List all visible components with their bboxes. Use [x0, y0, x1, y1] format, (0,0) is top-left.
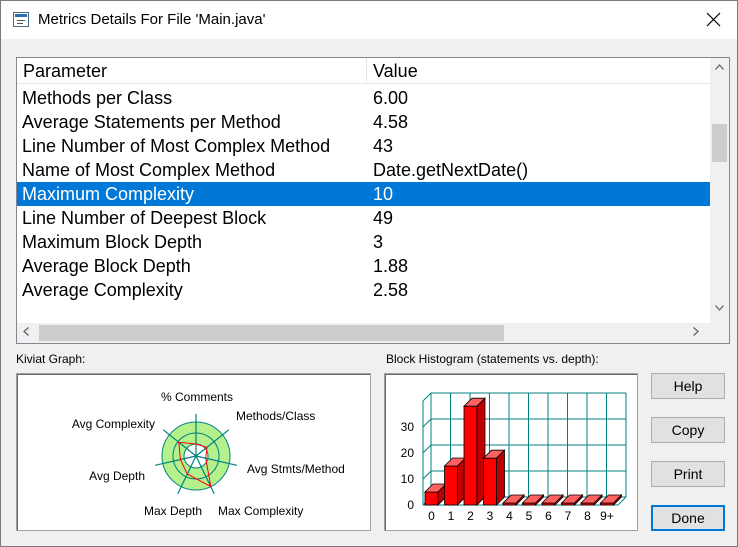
close-icon: [706, 12, 721, 27]
table-row[interactable]: Line Number of Deepest Block 49: [17, 206, 710, 230]
histogram-y-tick-label: 30: [401, 420, 415, 434]
histogram-x-tick-label: 6: [545, 509, 552, 523]
block-histogram-chart: 01020300 1 2 3 4 5 6 7 8 9+: [401, 392, 627, 523]
row-parameter: Name of Most Complex Method: [22, 160, 276, 180]
list-header: Parameter Value: [17, 58, 710, 84]
vertical-scroll-thumb[interactable]: [712, 124, 727, 162]
table-row[interactable]: Maximum Complexity 10: [17, 182, 710, 206]
done-button[interactable]: Done: [651, 505, 725, 531]
row-parameter: Line Number of Deepest Block: [22, 208, 267, 228]
histogram-x-tick-label: 5: [526, 509, 533, 523]
vertical-scrollbar[interactable]: [710, 58, 729, 325]
row-value: Date.getNextDate(): [373, 160, 529, 180]
scrollbar-corner: [710, 323, 729, 343]
column-header-value[interactable]: Value: [367, 58, 710, 84]
histogram-grid-line: [422, 392, 432, 402]
histogram-x-tick-label: 1: [448, 509, 455, 523]
table-row[interactable]: Average Statements per Method 4.58: [17, 110, 710, 134]
scroll-up-arrow-icon[interactable]: [715, 64, 724, 70]
histogram-x-tick-label: 0: [428, 509, 435, 523]
row-parameter: Maximum Block Depth: [22, 232, 203, 252]
row-value: 3: [373, 232, 384, 252]
app-window-icon: [13, 12, 29, 27]
histogram-bar-side: [496, 449, 505, 506]
histogram-grid-line: [422, 444, 432, 454]
kiviat-axis-avg-depth: Avg Depth: [89, 469, 145, 483]
row-value: 6.00: [373, 88, 409, 108]
histogram-x-tick-label: 7: [565, 509, 572, 523]
kiviat-graph-panel: % Comments Methods/Class Avg Stmts/Metho…: [16, 373, 371, 531]
window-title: Metrics Details For File 'Main.java': [38, 11, 266, 28]
table-row[interactable]: Average Complexity 2.58: [17, 278, 710, 302]
histogram-y-tick-label: 10: [401, 472, 415, 486]
histogram-y-tick-label: 0: [407, 498, 414, 512]
list-rows: Methods per Class 6.00 Average Statements …: [17, 86, 710, 302]
close-button[interactable]: [691, 1, 737, 39]
kiviat-graph: % Comments Methods/Class Avg Stmts/Metho…: [72, 390, 345, 518]
histogram-grid-line: [422, 470, 432, 480]
scroll-left-arrow-icon[interactable]: [23, 327, 29, 336]
row-parameter: Average Block Depth: [22, 256, 191, 276]
title-bar: Metrics Details For File 'Main.java': [1, 1, 737, 39]
horizontal-scroll-thumb[interactable]: [39, 325, 504, 341]
table-row[interactable]: Methods per Class 6.00: [17, 86, 710, 110]
histogram-x-tick-label: 8: [584, 509, 591, 523]
kiviat-axis-avg-complexity: Avg Complexity: [72, 417, 155, 431]
copy-button[interactable]: Copy: [651, 417, 725, 443]
row-value: 43: [373, 136, 394, 156]
histogram-bar: [483, 457, 497, 506]
kiviat-axis-avg-stmts-per-method: Avg Stmts/Method: [247, 462, 345, 476]
row-value: 49: [373, 208, 394, 228]
histogram-y-tick-label: 20: [401, 446, 415, 460]
kiviat-graph-label: Kiviat Graph:: [16, 352, 86, 366]
metrics-list[interactable]: Parameter Value Methods per Class 6.00 Ave…: [16, 57, 730, 344]
kiviat-axis-max-depth: Max Depth: [144, 504, 202, 518]
row-value: 4.58: [373, 112, 409, 132]
table-row[interactable]: Average Block Depth 1.88: [17, 254, 710, 278]
table-row[interactable]: Line Number of Most Complex Method 43: [17, 134, 710, 158]
histogram-bar: [463, 405, 478, 506]
kiviat-axis-max-complexity: Max Complexity: [218, 504, 303, 518]
row-value: 2.58: [373, 280, 409, 300]
row-parameter: Line Number of Most Complex Method: [22, 136, 331, 156]
print-button[interactable]: Print: [651, 461, 725, 487]
scroll-right-arrow-icon[interactable]: [693, 327, 699, 336]
row-parameter: Maximum Complexity: [22, 184, 195, 204]
row-value: 10: [373, 184, 394, 204]
table-row[interactable]: Maximum Block Depth 3: [17, 230, 710, 254]
help-button[interactable]: Help: [651, 373, 725, 399]
row-value: 1.88: [373, 256, 409, 276]
histogram-x-tick-label: 9+: [600, 509, 614, 523]
scroll-down-arrow-icon[interactable]: [715, 305, 724, 311]
metrics-details-window: Metrics Details For File 'Main.java' Par…: [0, 0, 738, 547]
column-header-parameter[interactable]: Parameter: [17, 58, 367, 84]
row-parameter: Average Statements per Method: [22, 112, 281, 132]
block-histogram-panel: 0 10 20 30 0 1 2 3 4 5 6 7 8 9+: [384, 373, 638, 531]
histogram-x-tick-label: 3: [487, 509, 494, 523]
histogram-x-tick-label: 2: [467, 509, 474, 523]
horizontal-scrollbar[interactable]: [17, 323, 710, 343]
histogram-grid-line: [422, 418, 432, 428]
row-parameter: Methods per Class: [22, 88, 173, 108]
row-parameter: Average Complexity: [22, 280, 183, 300]
kiviat-axis-comments: % Comments: [161, 390, 233, 404]
table-row[interactable]: Name of Most Complex Method Date.getNextD…: [17, 158, 710, 182]
block-histogram-label: Block Histogram (statements vs. depth):: [386, 352, 599, 366]
kiviat-axis-methods-per-class: Methods/Class: [236, 409, 315, 423]
histogram-bar: [424, 491, 439, 506]
histogram-bar: [444, 465, 458, 506]
histogram-x-tick-label: 4: [506, 509, 513, 523]
